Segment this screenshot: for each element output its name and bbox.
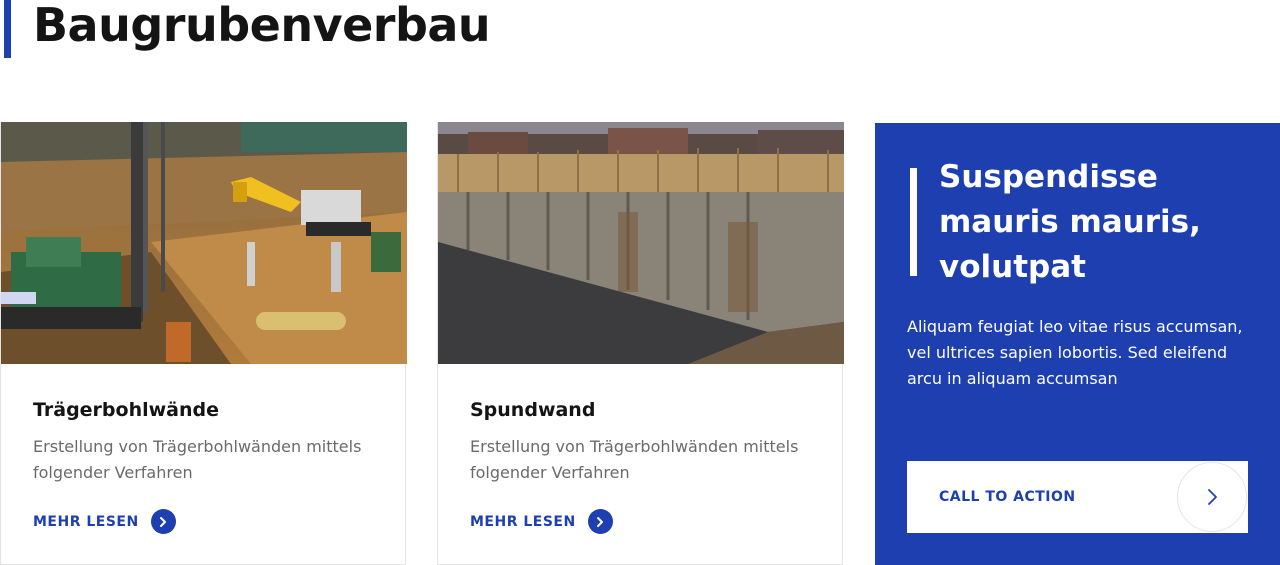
read-more-link[interactable]: MEHR LESEN	[470, 509, 810, 534]
cta-title: Suspendisse mauris mauris, volutpat	[939, 159, 1201, 285]
card-body: Spundwand Erstellung von Trägerbohlwände…	[438, 364, 842, 534]
sheet-pile-wall-photo	[438, 122, 844, 364]
service-card-spundwand: Spundwand Erstellung von Trägerbohlwände…	[437, 122, 844, 565]
read-more-link[interactable]: MEHR LESEN	[33, 509, 373, 534]
cta-button-label: CALL TO ACTION	[939, 489, 1076, 505]
read-more-label: MEHR LESEN	[470, 513, 576, 530]
heading-accent-bar	[4, 0, 11, 58]
chevron-right-icon	[1177, 462, 1247, 532]
card-title: Trägerbohlwände	[33, 399, 220, 421]
card-image[interactable]	[1, 122, 407, 364]
card-description: Erstellung von Trägerbohlwänden mittels …	[470, 437, 799, 482]
card-description: Erstellung von Trägerbohlwänden mittels …	[33, 437, 362, 482]
cta-description: Aliquam feugiat leo vitae risus accumsan…	[907, 317, 1243, 388]
page-title: Baugrubenverbau	[33, 0, 491, 52]
card-image[interactable]	[438, 122, 844, 364]
section-heading: Baugrubenverbau	[4, 0, 491, 58]
call-to-action-button[interactable]: CALL TO ACTION	[907, 461, 1248, 533]
read-more-label: MEHR LESEN	[33, 513, 139, 530]
construction-site-photo	[1, 122, 407, 364]
chevron-right-icon	[587, 509, 613, 534]
page: Baugrubenverbau Trägerbohlwände Erstellu…	[0, 0, 1280, 565]
card-title: Spundwand	[470, 399, 596, 421]
cta-panel: Suspendisse mauris mauris, volutpat Aliq…	[875, 123, 1280, 565]
service-card-traegerbohlwaende: Trägerbohlwände Erstellung von Trägerboh…	[0, 122, 407, 565]
chevron-right-icon	[150, 509, 176, 534]
cta-accent-bar	[910, 168, 917, 276]
card-body: Trägerbohlwände Erstellung von Trägerboh…	[1, 364, 405, 534]
